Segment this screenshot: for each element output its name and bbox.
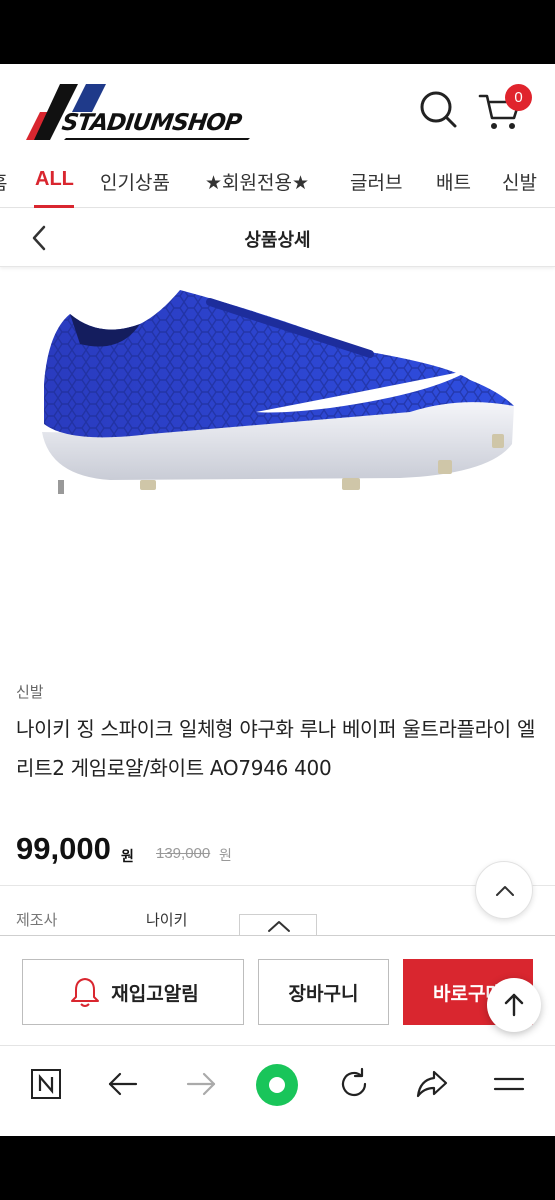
header: STADIUMSHOP 0 — [0, 64, 555, 146]
refresh-icon[interactable] — [336, 1066, 372, 1102]
add-to-cart-button[interactable]: 장바구니 — [258, 959, 389, 1025]
naver-home-icon[interactable] — [30, 1068, 62, 1100]
add-to-cart-label: 장바구니 — [288, 982, 359, 1005]
back-arrow-icon[interactable] — [106, 1068, 140, 1100]
stadiumshop-logo[interactable]: STADIUMSHOP — [20, 82, 252, 142]
product-title: 나이키 징 스파이크 일체형 야구화 루나 베이퍼 울트라플라이 엘리트2 게임… — [16, 717, 536, 780]
bell-icon — [71, 978, 100, 1007]
original-price-unit: 원 — [219, 848, 232, 864]
forward-arrow-icon[interactable] — [184, 1068, 218, 1100]
restock-alert-button[interactable]: 재입고알림 — [22, 959, 244, 1025]
product-category[interactable]: 신발 — [16, 681, 44, 702]
sale-price: 99,000 — [16, 831, 111, 866]
category-all[interactable]: ALL — [35, 168, 74, 191]
share-icon[interactable] — [414, 1066, 450, 1102]
page-bar: 상품상세 — [0, 209, 555, 267]
floating-scroll-up-button[interactable] — [487, 978, 541, 1032]
category-members-only[interactable]: ★회원전용★ — [205, 168, 309, 195]
cart-count-badge[interactable]: 0 — [505, 84, 532, 111]
green-dot-icon[interactable] — [254, 1062, 300, 1108]
active-category-indicator — [34, 205, 74, 208]
logo-text: STADIUMSHOP — [60, 110, 243, 136]
category-glove[interactable]: 글러브 — [350, 168, 402, 195]
category-bat[interactable]: 배트 — [436, 168, 471, 195]
product-image[interactable] — [30, 284, 530, 514]
original-price: 139,000 — [156, 845, 211, 862]
search-icon[interactable] — [418, 90, 458, 130]
category-popular[interactable]: 인기상품 — [100, 168, 170, 195]
menu-icon[interactable] — [492, 1068, 526, 1100]
spec-value-manufacturer: 나이키 — [146, 911, 188, 929]
purchase-action-bar: 재입고알림 장바구니 바로구매 — [0, 935, 555, 1045]
spec-label-manufacturer: 제조사 — [16, 911, 58, 929]
chevron-up-icon — [496, 886, 514, 896]
page-title: 상품상세 — [244, 230, 311, 251]
category-shoes[interactable]: 신발 — [502, 168, 537, 195]
scroll-top-button[interactable] — [475, 861, 533, 919]
category-nav: 홈 ALL 인기상품 ★회원전용★ 글러브 배트 신발 — [0, 150, 555, 208]
category-home[interactable]: 홈 — [0, 168, 7, 195]
section-divider — [0, 885, 555, 886]
app-screen: STADIUMSHOP 0 홈 ALL 인기상품 ★회원전용★ 글러브 배트 신… — [0, 64, 555, 1136]
restock-alert-label: 재입고알림 — [111, 982, 199, 1005]
browser-toolbar — [0, 1045, 555, 1136]
sale-price-unit: 원 — [121, 849, 134, 865]
arrow-up-icon — [504, 993, 524, 1017]
